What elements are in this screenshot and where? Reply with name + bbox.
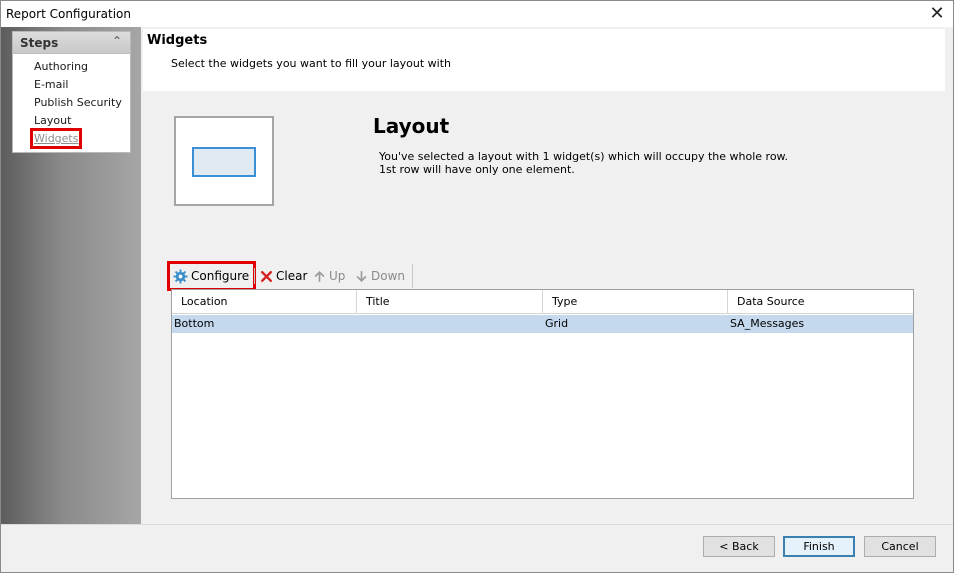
column-header-type[interactable]: Type xyxy=(543,290,728,314)
step-label: Layout xyxy=(34,114,72,127)
main-content: Widgets Select the widgets you want to f… xyxy=(141,27,953,524)
grid-header: Location Title Type Data Source xyxy=(172,290,913,314)
widgets-grid: Location Title Type Data Source Bottom G… xyxy=(171,289,914,499)
layout-description-line: You've selected a layout with 1 widget(s… xyxy=(379,150,789,163)
step-label: Publish Security xyxy=(34,96,122,109)
configure-button[interactable]: Configure xyxy=(166,261,257,291)
step-widgets[interactable]: Widgets xyxy=(13,128,130,149)
x-icon xyxy=(260,270,273,282)
toolbar-end xyxy=(412,264,413,288)
up-label: Up xyxy=(329,269,346,283)
steps-header[interactable]: Steps ⌃ xyxy=(13,32,130,54)
gear-icon xyxy=(173,268,188,284)
down-label: Down xyxy=(371,269,406,283)
arrow-up-icon xyxy=(314,270,325,282)
page-subtitle: Select the widgets you want to fill your… xyxy=(171,57,451,70)
toolbar-separator xyxy=(254,268,255,284)
finish-button[interactable]: Finish xyxy=(783,536,855,557)
layout-preview-cell xyxy=(192,147,256,177)
step-authoring[interactable]: Authoring xyxy=(13,58,130,76)
collapse-icon[interactable]: ⌃ xyxy=(112,34,122,48)
title-bar: Report Configuration ✕ xyxy=(1,1,953,27)
clear-label: Clear xyxy=(276,269,308,283)
back-button[interactable]: < Back xyxy=(703,536,775,557)
down-button[interactable]: Down xyxy=(355,265,405,287)
step-label: Widgets xyxy=(29,128,83,149)
column-header-location[interactable]: Location xyxy=(172,290,357,314)
page-header: Widgets Select the widgets you want to f… xyxy=(143,29,945,91)
close-icon[interactable]: ✕ xyxy=(925,2,949,26)
configure-label: Configure xyxy=(191,269,250,283)
report-configuration-window: Report Configuration ✕ Steps ⌃ Authoring… xyxy=(0,0,954,573)
step-publish-security[interactable]: Publish Security xyxy=(13,94,130,112)
cell-type: Grid xyxy=(545,317,569,330)
page-title: Widgets xyxy=(147,33,208,48)
window-title: Report Configuration xyxy=(6,7,131,21)
steps-title: Steps xyxy=(20,36,59,50)
step-label: Authoring xyxy=(34,60,89,73)
layout-preview xyxy=(174,116,274,206)
layout-description-line: 1st row will have only one element. xyxy=(379,163,575,176)
sidebar: Steps ⌃ Authoring E-mail Publish Securit… xyxy=(1,27,141,524)
cancel-button[interactable]: Cancel xyxy=(864,536,936,557)
layout-title: Layout xyxy=(373,114,450,138)
step-layout[interactable]: Layout xyxy=(13,112,130,130)
footer-bar: < Back Finish Cancel xyxy=(1,524,953,572)
cell-data-source: SA_Messages xyxy=(730,317,805,330)
table-row[interactable]: Bottom Grid SA_Messages xyxy=(172,315,913,333)
column-header-data-source[interactable]: Data Source xyxy=(728,290,913,314)
up-button[interactable]: Up xyxy=(313,265,345,287)
column-header-title[interactable]: Title xyxy=(357,290,543,314)
widgets-toolbar: Configure Clear Up Down xyxy=(166,261,413,291)
cell-location: Bottom xyxy=(174,317,215,330)
steps-list: Authoring E-mail Publish Security Layout… xyxy=(13,54,130,149)
clear-button[interactable]: Clear xyxy=(260,265,307,287)
step-email[interactable]: E-mail xyxy=(13,76,130,94)
layout-description: You've selected a layout with 1 widget(s… xyxy=(379,150,788,176)
steps-panel: Steps ⌃ Authoring E-mail Publish Securit… xyxy=(12,31,131,153)
arrow-down-icon xyxy=(356,270,367,282)
step-label: E-mail xyxy=(34,78,69,91)
